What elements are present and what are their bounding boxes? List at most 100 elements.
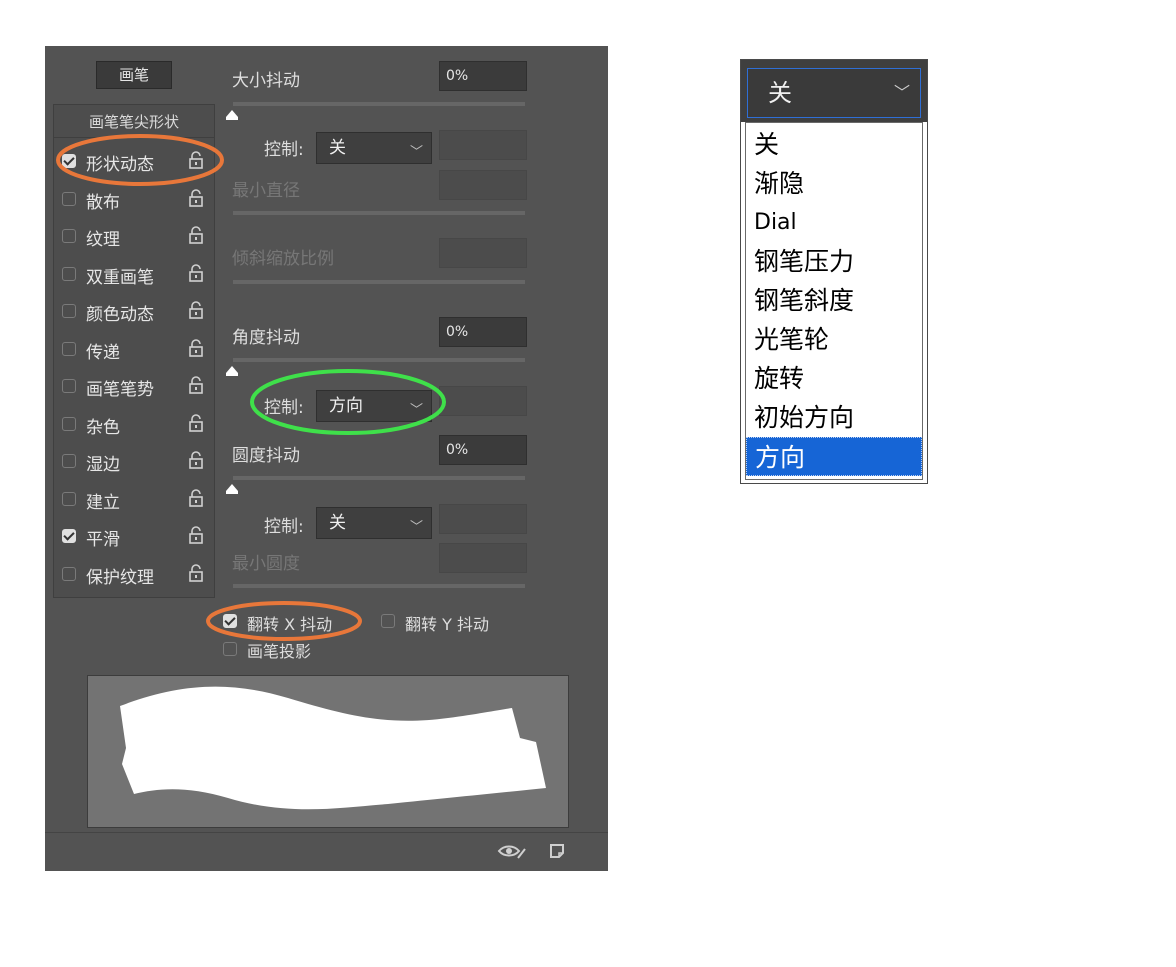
- sidebar-item-label: 杂色: [86, 417, 120, 438]
- control-dropdown-menu: 关 ﹀ 关 渐隐 Dial 钢笔压力 钢笔斜度 光笔轮 旋转 初始方向 方向: [740, 59, 928, 484]
- sidebar-item-checkbox[interactable]: [62, 454, 76, 468]
- roundness-jitter-input[interactable]: 0%: [439, 435, 527, 465]
- sidebar-item-smoothing[interactable]: 平滑: [54, 518, 214, 555]
- lock-icon[interactable]: [188, 301, 204, 319]
- angle-jitter-slider-thumb[interactable]: [225, 365, 239, 377]
- sidebar-item-checkbox[interactable]: [62, 529, 76, 543]
- roundness-jitter-slider[interactable]: [233, 476, 525, 480]
- angle-jitter-label: 角度抖动: [232, 328, 300, 348]
- brush-stroke-shape: [120, 686, 546, 810]
- size-control-value-field: [439, 130, 527, 160]
- lock-icon[interactable]: [188, 376, 204, 394]
- chevron-down-icon: ﹀: [409, 403, 423, 418]
- sidebar-item-checkbox[interactable]: [62, 379, 76, 393]
- sidebar-item-label: 传递: [86, 342, 120, 363]
- lock-icon[interactable]: [188, 563, 204, 582]
- eye-icon[interactable]: [497, 841, 527, 861]
- tilt-scale-label: 倾斜缩放比例: [232, 249, 334, 269]
- sidebar-item-label: 散布: [86, 192, 120, 213]
- sidebar-item-checkbox[interactable]: [62, 491, 76, 506]
- tilt-scale-input: [439, 238, 527, 268]
- sidebar-item-transfer[interactable]: 传递: [54, 331, 214, 368]
- dropdown-option-rotation[interactable]: 旋转: [746, 359, 922, 398]
- sidebar-item-checkbox[interactable]: [62, 341, 76, 356]
- min-diameter-input: [439, 170, 527, 200]
- sidebar-item-brush-pose[interactable]: 画笔笔势: [54, 368, 214, 405]
- dropdown-option-fade[interactable]: 渐隐: [746, 164, 922, 203]
- dropdown-select-box[interactable]: 关 ﹀: [747, 68, 921, 118]
- sidebar-item-brush-tip-shape[interactable]: 画笔笔尖形状: [54, 107, 214, 138]
- roundness-jitter-slider-thumb[interactable]: [225, 483, 239, 495]
- new-brush-icon[interactable]: [548, 841, 566, 861]
- roundness-jitter-label: 圆度抖动: [232, 446, 300, 466]
- lock-icon[interactable]: [188, 526, 204, 544]
- chevron-down-icon: ﹀: [409, 520, 423, 535]
- lock-icon[interactable]: [188, 263, 204, 282]
- angle-jitter-slider[interactable]: [233, 358, 525, 362]
- angle-control-value-field: [439, 386, 527, 416]
- sidebar-item-checkbox[interactable]: [62, 154, 76, 168]
- dropdown-option-stylus-wheel[interactable]: 光笔轮: [746, 320, 922, 359]
- sidebar-item-label: 双重画笔: [86, 267, 154, 288]
- lock-icon[interactable]: [188, 151, 204, 169]
- brush-tab-button[interactable]: 画笔: [96, 61, 172, 89]
- sidebar-item-label: 颜色动态: [86, 305, 154, 325]
- sidebar-item-checkbox[interactable]: [62, 304, 76, 318]
- lock-icon[interactable]: [188, 413, 204, 432]
- flip-y-label: 翻转 Y 抖动: [405, 615, 489, 634]
- min-roundness-label: 最小圆度: [232, 554, 300, 574]
- dropdown-option-dial[interactable]: Dial: [746, 203, 922, 242]
- dropdown-option-initial-direction[interactable]: 初始方向: [746, 398, 922, 437]
- tilt-scale-slider: [233, 280, 525, 284]
- control-select-size[interactable]: 关 ﹀: [316, 132, 432, 164]
- sidebar-item-checkbox[interactable]: [62, 416, 76, 431]
- sidebar-item-dual-brush[interactable]: 双重画笔: [54, 256, 214, 293]
- dropdown-option-off[interactable]: 关: [746, 125, 922, 164]
- sidebar-item-label: 形状动态: [86, 155, 154, 175]
- sidebar-item-label: 建立: [86, 492, 120, 513]
- lock-icon[interactable]: [188, 188, 204, 207]
- dropdown-option-pen-tilt[interactable]: 钢笔斜度: [746, 281, 922, 320]
- sidebar-item-label: 平滑: [86, 530, 120, 550]
- dropdown-option-direction[interactable]: 方向: [746, 437, 922, 476]
- sidebar-item-build-up[interactable]: 建立: [54, 481, 214, 518]
- sidebar-item-checkbox[interactable]: [62, 266, 76, 281]
- size-jitter-slider-thumb[interactable]: [225, 109, 239, 121]
- flip-x-label: 翻转 X 抖动: [247, 615, 333, 634]
- sidebar-item-checkbox[interactable]: [62, 229, 76, 243]
- control-select-angle-value: 方向: [329, 396, 363, 416]
- sidebar-item-wet-edges[interactable]: 湿边: [54, 443, 214, 480]
- size-jitter-slider[interactable]: [233, 102, 525, 106]
- control-select-angle[interactable]: 方向 ﹀: [316, 390, 432, 422]
- lock-icon[interactable]: [188, 488, 204, 507]
- sidebar-item-color-dynamics[interactable]: 颜色动态: [54, 293, 214, 330]
- brush-settings-panel: 画笔 画笔笔尖形状 形状动态散布纹理双重画笔颜色动态传递画笔笔势杂色湿边建立平滑…: [45, 46, 608, 871]
- lock-icon[interactable]: [188, 226, 204, 244]
- sidebar-item-texture[interactable]: 纹理: [54, 218, 214, 255]
- sidebar-item-scattering[interactable]: 散布: [54, 181, 214, 218]
- brush-options-sidebar: 画笔笔尖形状 形状动态散布纹理双重画笔颜色动态传递画笔笔势杂色湿边建立平滑保护纹…: [53, 104, 215, 598]
- sidebar-item-label: 画笔笔势: [86, 380, 154, 400]
- sidebar-item-checkbox[interactable]: [62, 191, 76, 206]
- sidebar-item-label: 纹理: [86, 230, 120, 250]
- flip-x-checkbox[interactable]: [223, 614, 237, 628]
- control-select-size-value: 关: [329, 138, 346, 158]
- chevron-down-icon: ﹀: [893, 83, 910, 102]
- dropdown-option-pen-pressure[interactable]: 钢笔压力: [746, 242, 922, 281]
- dropdown-header: 关 ﹀: [741, 60, 927, 122]
- sidebar-item-protect-texture[interactable]: 保护纹理: [54, 556, 214, 593]
- angle-jitter-input[interactable]: 0%: [439, 317, 527, 347]
- sidebar-item-shape-dynamics[interactable]: 形状动态: [54, 143, 214, 180]
- sidebar-item-noise[interactable]: 杂色: [54, 406, 214, 443]
- lock-icon[interactable]: [188, 338, 204, 357]
- sidebar-item-checkbox[interactable]: [62, 566, 76, 581]
- min-diameter-slider: [233, 211, 525, 215]
- flip-y-checkbox[interactable]: [381, 614, 395, 628]
- control-label-angle: 控制:: [264, 398, 304, 418]
- min-roundness-slider: [233, 584, 525, 588]
- size-jitter-input[interactable]: 0%: [439, 61, 527, 91]
- control-select-roundness[interactable]: 关 ﹀: [316, 507, 432, 539]
- brush-projection-checkbox[interactable]: [223, 642, 237, 656]
- lock-icon[interactable]: [188, 451, 204, 469]
- roundness-control-value-field: [439, 504, 527, 534]
